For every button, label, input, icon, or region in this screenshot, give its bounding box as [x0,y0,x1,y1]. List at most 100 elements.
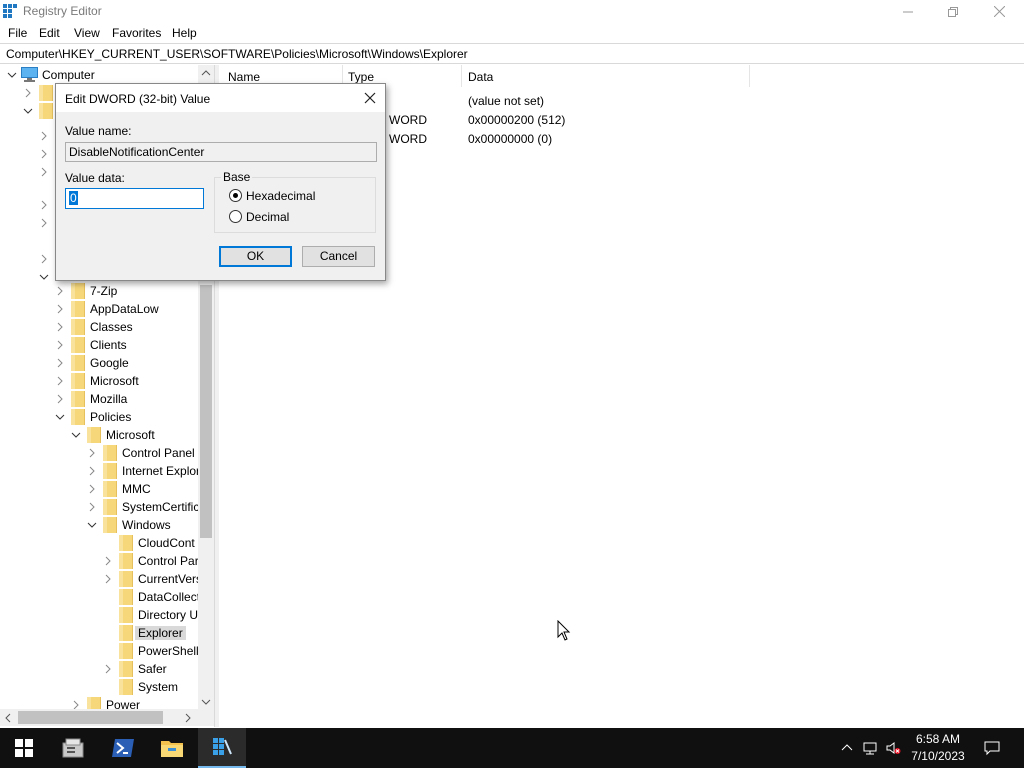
tree-item-datacollection[interactable]: DataCollect [0,588,200,606]
chevron-right-icon[interactable] [39,149,49,159]
chevron-right-icon[interactable] [55,304,65,314]
cancel-button[interactable]: Cancel [302,246,375,267]
address-path[interactable]: Computer\HKEY_CURRENT_USER\SOFTWARE\Poli… [6,47,468,61]
clock-time[interactable]: 6:58 AM [898,732,978,746]
chevron-down-icon[interactable] [71,430,81,440]
tree-item-currentversion[interactable]: CurrentVers [0,570,202,588]
tree-vertical-scroll-thumb[interactable] [200,285,212,538]
chevron-right-icon[interactable] [39,167,49,177]
chevron-right-icon[interactable] [87,448,97,458]
tree-item-explorer[interactable]: Explorer [0,624,198,642]
column-header-type[interactable]: Type [348,70,374,84]
scroll-left-icon[interactable] [4,713,12,723]
value-data-input[interactable]: 0 [65,188,204,209]
chevron-right-icon[interactable] [39,200,49,210]
column-divider[interactable] [461,65,462,87]
tree-item-systemcertificates[interactable]: SystemCertific [0,498,199,516]
tree-item-hidden[interactable] [0,163,60,181]
tree-label: Directory U [138,608,199,622]
tree-item-internet-explorer[interactable]: Internet Explor [0,462,200,480]
chevron-right-icon[interactable] [55,322,65,332]
tree-item-cloudcontent[interactable]: CloudCont [0,534,198,552]
tree-item-mmc[interactable]: MMC [0,480,198,498]
menu-view[interactable]: View [74,26,100,40]
menu-help[interactable]: Help [172,26,197,40]
tree-item-policies-microsoft[interactable]: Microsoft [0,426,198,444]
chevron-right-icon[interactable] [55,358,65,368]
tree-item-appdatalow[interactable]: AppDataLow [0,300,198,318]
chevron-down-icon[interactable] [7,70,17,80]
scroll-up-icon[interactable] [201,69,211,77]
tree-item-microsoft[interactable]: Microsoft [0,372,198,390]
restore-button[interactable] [930,0,976,23]
tree-item-hidden[interactable] [0,214,60,232]
tree-item-powershell[interactable]: PowerShell [0,642,199,660]
notification-center-icon[interactable] [984,740,1000,756]
tree-item-mozilla[interactable]: Mozilla [0,390,198,408]
start-button[interactable] [0,728,48,768]
tree-item-computer[interactable]: Computer [0,66,198,84]
tree-item-google[interactable]: Google [0,354,198,372]
hexadecimal-radio[interactable] [229,189,242,202]
tree-item-hidden[interactable] [0,145,60,163]
close-button[interactable] [976,0,1022,23]
hexadecimal-label[interactable]: Hexadecimal [246,189,315,203]
chevron-right-icon[interactable] [87,466,97,476]
tree-item-control-panel[interactable]: Control Panel [0,444,198,462]
menu-favorites[interactable]: Favorites [112,26,161,40]
taskbar-powershell[interactable] [99,728,147,768]
clock-date[interactable]: 7/10/2023 [898,749,978,763]
chevron-right-icon[interactable] [55,376,65,386]
chevron-down-icon[interactable] [55,412,65,422]
column-header-data[interactable]: Data [468,70,493,84]
taskbar-server-manager[interactable] [49,728,97,768]
chevron-down-icon[interactable] [87,520,97,530]
tree-horizontal-scroll-thumb[interactable] [18,711,163,724]
tree-item-system[interactable]: System [0,678,198,696]
value-name-field[interactable]: DisableNotificationCenter [65,142,377,162]
tree-item-hidden[interactable] [0,196,60,214]
chevron-up-icon[interactable] [839,740,855,756]
chevron-right-icon[interactable] [103,664,113,674]
tree-item-safer[interactable]: Safer [0,660,198,678]
chevron-right-icon[interactable] [103,556,113,566]
menu-edit[interactable]: Edit [39,26,60,40]
tree-item-policies[interactable]: Policies [0,408,198,426]
decimal-label[interactable]: Decimal [246,210,289,224]
column-header-name[interactable]: Name [228,70,260,84]
tree-item-directory-ui[interactable]: Directory U [0,606,198,624]
column-divider[interactable] [749,65,750,87]
chevron-right-icon[interactable] [103,574,113,584]
close-icon[interactable] [361,89,379,107]
folder-icon [119,607,133,623]
chevron-right-icon[interactable] [39,218,49,228]
chevron-right-icon[interactable] [23,88,33,98]
chevron-right-icon[interactable] [87,484,97,494]
ok-button[interactable]: OK [219,246,292,267]
minimize-button[interactable] [885,0,931,23]
chevron-right-icon[interactable] [55,286,65,296]
chevron-right-icon[interactable] [39,131,49,141]
taskbar-file-explorer[interactable] [148,728,196,768]
taskbar-registry-editor[interactable] [198,728,246,768]
tree-item-classes[interactable]: Classes [0,318,198,336]
folder-icon [71,319,85,335]
scroll-right-icon[interactable] [184,713,192,723]
network-icon[interactable] [862,740,878,756]
tree-item-hidden[interactable] [0,250,60,268]
decimal-radio[interactable] [229,210,242,223]
scroll-down-icon[interactable] [201,698,211,706]
tree-item-hidden[interactable] [0,127,60,145]
chevron-right-icon[interactable] [87,502,97,512]
tree-item-windows[interactable]: Windows [0,516,198,534]
chevron-right-icon[interactable] [55,340,65,350]
tree-item-clients[interactable]: Clients [0,336,198,354]
chevron-down-icon[interactable] [23,106,33,116]
chevron-right-icon[interactable] [55,394,65,404]
chevron-right-icon[interactable] [39,254,49,264]
chevron-down-icon[interactable] [39,272,49,282]
tree-item-7zip[interactable]: 7-Zip [0,282,198,300]
address-bar[interactable]: Computer\HKEY_CURRENT_USER\SOFTWARE\Poli… [0,43,1024,64]
tree-item-control-panel-2[interactable]: Control Par [0,552,199,570]
menu-file[interactable]: File [8,26,27,40]
